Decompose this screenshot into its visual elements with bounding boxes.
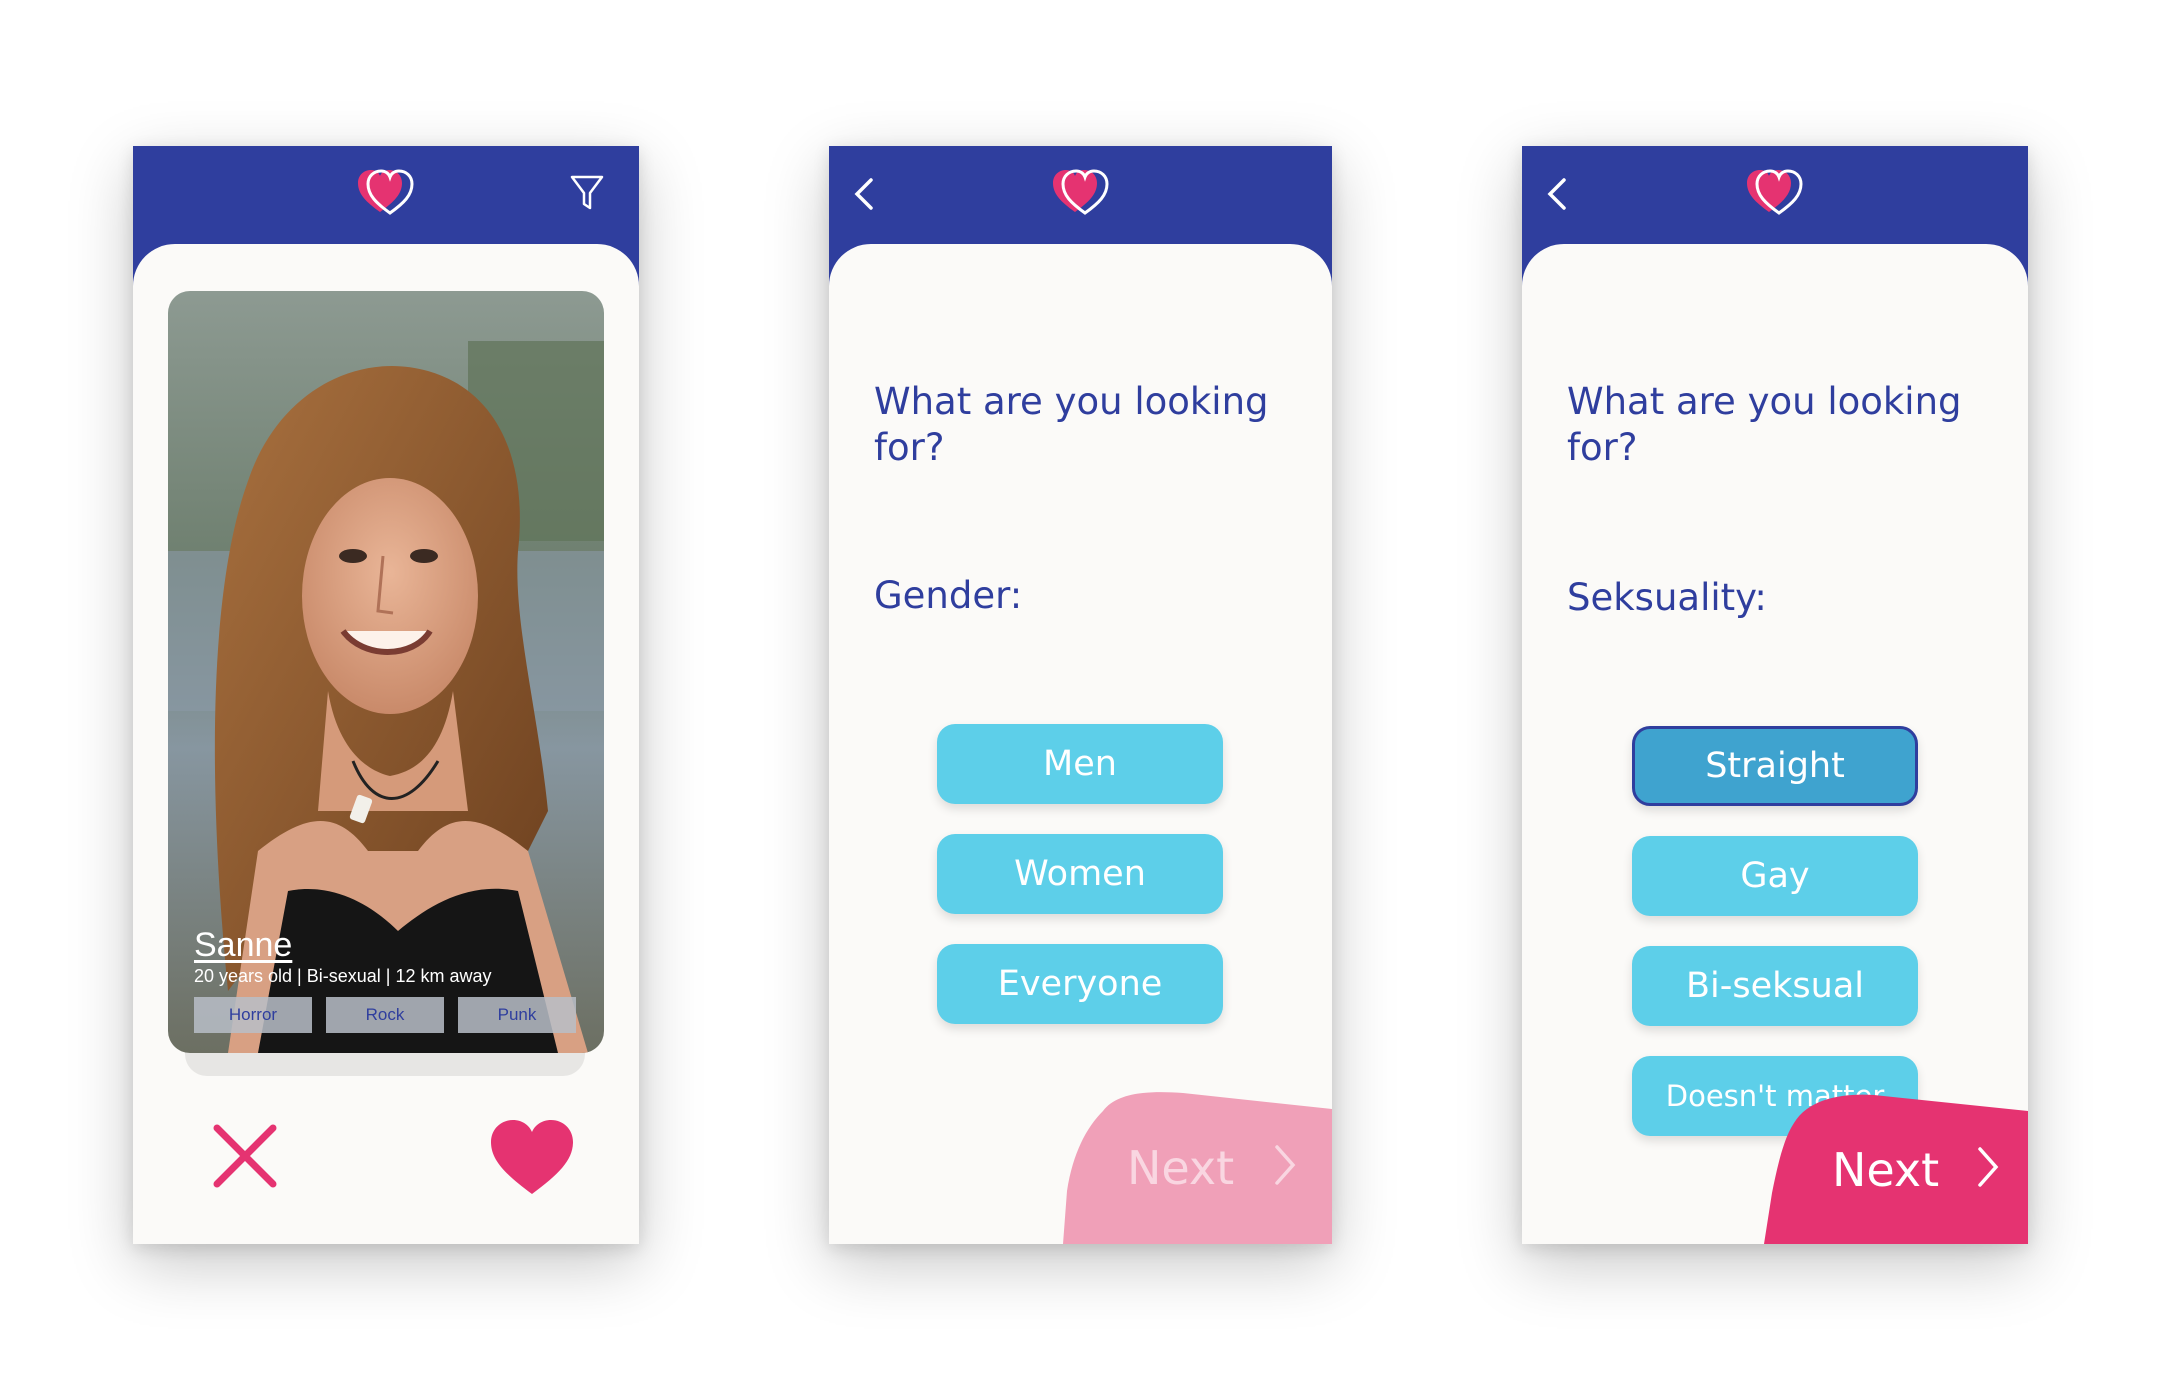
interest-tag[interactable]: Rock bbox=[326, 997, 444, 1033]
sexuality-label: Seksuality: bbox=[1567, 576, 1767, 619]
interest-tag[interactable]: Punk bbox=[458, 997, 576, 1033]
heart-like-icon[interactable] bbox=[489, 1118, 575, 1196]
profile-name: Sanne bbox=[194, 926, 293, 964]
option-biseksual-button[interactable]: Bi-seksual bbox=[1632, 946, 1918, 1026]
gender-screen: What are you looking for? Gender: Men Wo… bbox=[829, 146, 1332, 1244]
question-heading: What are you looking for? bbox=[1567, 380, 1962, 469]
option-women-button[interactable]: Women bbox=[937, 834, 1223, 914]
heart-logo-icon bbox=[1052, 169, 1109, 215]
next-chevron-icon bbox=[1275, 1145, 1296, 1185]
heart-logo-icon bbox=[1747, 169, 1803, 215]
sexuality-screen: What are you looking for? Seksuality: St… bbox=[1522, 146, 2028, 1244]
back-chevron-icon[interactable] bbox=[849, 174, 877, 214]
filter-icon[interactable] bbox=[569, 173, 605, 213]
question-heading: What are you looking for? bbox=[874, 380, 1269, 469]
heart-logo-icon bbox=[358, 169, 414, 215]
next-label: Next bbox=[1127, 1141, 1235, 1195]
back-chevron-icon[interactable] bbox=[1542, 174, 1570, 214]
next-button-disabled[interactable]: Next bbox=[1063, 1091, 1332, 1244]
next-chevron-icon bbox=[1978, 1147, 1999, 1187]
gender-label: Gender: bbox=[874, 574, 1023, 617]
next-button[interactable]: Next bbox=[1764, 1093, 2028, 1244]
profile-details: 20 years old | Bi-sexual | 12 km away bbox=[194, 966, 492, 986]
option-gay-button[interactable]: Gay bbox=[1632, 836, 1918, 916]
next-label: Next bbox=[1832, 1143, 1940, 1197]
close-x-icon[interactable] bbox=[213, 1124, 277, 1188]
option-straight-button[interactable]: Straight bbox=[1632, 726, 1918, 806]
option-everyone-button[interactable]: Everyone bbox=[937, 944, 1223, 1024]
option-men-button[interactable]: Men bbox=[937, 724, 1223, 804]
profile-card[interactable]: Sanne 20 years old | Bi-sexual | 12 km a… bbox=[168, 291, 604, 1053]
interest-tag[interactable]: Horror bbox=[194, 997, 312, 1033]
profile-screen: Sanne 20 years old | Bi-sexual | 12 km a… bbox=[133, 146, 639, 1244]
